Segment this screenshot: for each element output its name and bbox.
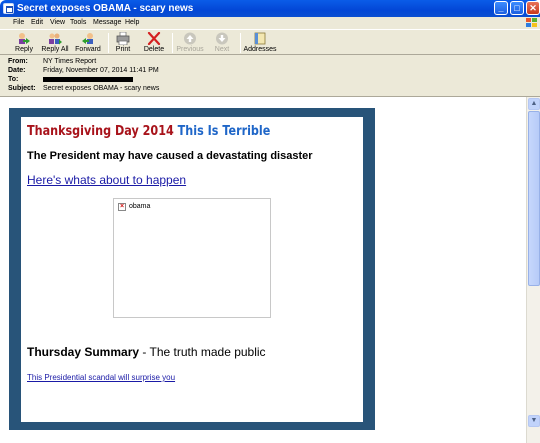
addresses-label: Addresses — [243, 46, 277, 53]
broken-image[interactable]: × obama — [113, 198, 271, 318]
close-button[interactable]: ✕ — [526, 1, 540, 15]
broken-image-icon: × — [118, 203, 126, 211]
menu-view[interactable]: View — [50, 17, 65, 29]
scroll-down-arrow-icon[interactable]: ▼ — [528, 415, 540, 427]
addresses-button[interactable]: Addresses — [240, 31, 280, 55]
summary-line: Thursday Summary - The truth made public — [27, 345, 266, 359]
previous-arrow-icon — [184, 32, 196, 45]
menu-file[interactable]: File — [13, 17, 24, 29]
scandal-link[interactable]: This Presidential scandal will surprise … — [27, 373, 175, 382]
printer-icon — [116, 32, 130, 45]
menu-message[interactable]: Message — [93, 17, 121, 29]
next-button[interactable]: Next — [204, 31, 240, 55]
maximize-button[interactable]: □ — [510, 1, 524, 15]
title-bar: Secret exposes OBAMA - scary news _ □ ✕ — [0, 0, 540, 17]
next-label: Next — [214, 46, 230, 53]
email-panel: Thanksgiving Day 2014 This Is Terrible T… — [21, 117, 363, 422]
window-title: Secret exposes OBAMA - scary news — [17, 3, 194, 14]
next-arrow-icon — [216, 32, 228, 45]
reply-all-icon — [49, 33, 62, 45]
image-alt-text: obama — [129, 203, 151, 210]
email-frame: Thanksgiving Day 2014 This Is Terrible T… — [9, 108, 375, 430]
summary-title: Thursday Summary — [27, 345, 140, 359]
reply-all-label: Reply All — [41, 46, 69, 53]
vertical-scrollbar[interactable]: ▲ ▼ — [526, 97, 540, 443]
subject-label: Subject: — [8, 85, 36, 92]
menu-tools[interactable]: Tools — [70, 17, 86, 29]
mail-app-icon — [3, 3, 14, 14]
scroll-thumb[interactable] — [528, 111, 540, 286]
menu-bar: File Edit View Tools Message Help — [0, 17, 540, 29]
summary-text: - The truth made public — [139, 345, 266, 359]
address-book-icon — [254, 32, 266, 45]
delete-label: Delete — [143, 46, 165, 53]
forward-icon — [82, 33, 93, 44]
message-body: Thanksgiving Day 2014 This Is Terrible T… — [0, 97, 526, 443]
reply-icon — [19, 33, 30, 44]
main-link[interactable]: Here's whats about to happen — [27, 173, 186, 187]
delete-x-icon — [147, 32, 161, 45]
subject-row: Subject: Secret exposes OBAMA - scary ne… — [8, 84, 528, 94]
headline-warning: This Is Terrible — [177, 124, 271, 139]
previous-button[interactable]: Previous — [172, 31, 208, 55]
headline-date: Thanksgiving Day 2014 — [27, 124, 174, 139]
menu-edit[interactable]: Edit — [31, 17, 43, 29]
previous-label: Previous — [176, 46, 204, 53]
windows-logo-icon — [526, 18, 537, 28]
forward-label: Forward — [75, 46, 101, 53]
menu-help[interactable]: Help — [125, 17, 139, 29]
minimize-button[interactable]: _ — [494, 1, 508, 15]
subject-value: Secret exposes OBAMA - scary news — [43, 85, 160, 92]
subheadline: The President may have caused a devastat… — [27, 150, 313, 162]
delete-button[interactable]: Delete — [136, 31, 172, 55]
toolbar: Reply Reply All Forward Print Delete Pre… — [0, 29, 540, 55]
headline: Thanksgiving Day 2014 This Is Terrible — [27, 124, 270, 139]
scroll-up-arrow-icon[interactable]: ▲ — [528, 98, 540, 110]
reply-all-button[interactable]: Reply All — [37, 31, 73, 55]
message-header: From: NY Times Report Date: Friday, Nove… — [0, 55, 540, 97]
forward-button[interactable]: Forward — [70, 31, 106, 55]
